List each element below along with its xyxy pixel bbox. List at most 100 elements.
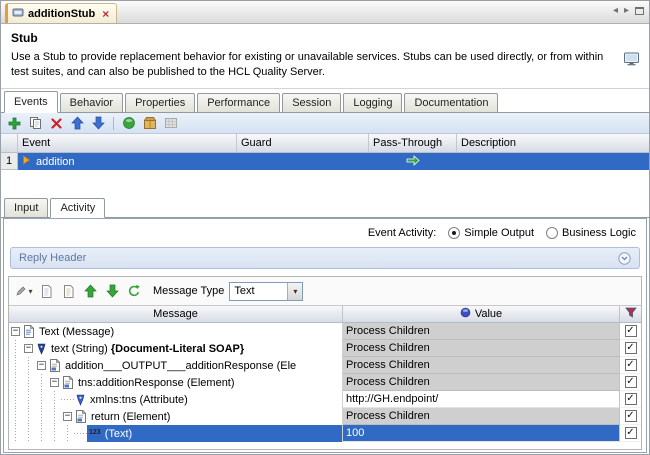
add-event-icon[interactable] <box>5 115 23 132</box>
collapse-node-button[interactable]: − <box>61 408 74 425</box>
tab-properties[interactable]: Properties <box>125 93 195 112</box>
move-down-icon[interactable] <box>89 115 107 132</box>
copy-icon[interactable] <box>26 115 44 132</box>
delete-event-icon[interactable] <box>47 115 65 132</box>
column-header-event[interactable]: Event <box>18 134 237 152</box>
maximize-editor-icon[interactable] <box>635 7 644 15</box>
node-label: return (Element) <box>91 411 170 423</box>
paste-message-icon[interactable] <box>59 283 77 300</box>
collapse-node-button[interactable]: − <box>9 323 22 340</box>
events-table-empty-area <box>1 170 649 196</box>
tree-row[interactable]: − return (Element) Process Children ✓ <box>9 408 641 425</box>
copy-message-icon[interactable] <box>37 283 55 300</box>
include-field-checkbox[interactable]: ✓ <box>625 376 637 388</box>
field-value-cell[interactable]: Process Children <box>343 357 620 374</box>
package-icon[interactable] <box>141 115 159 132</box>
message-cell: −addition___OUTPUT___additionResponse (E… <box>9 357 343 374</box>
message-cell: − return (Element) <box>9 408 343 425</box>
collapse-section-icon[interactable] <box>618 252 631 265</box>
tab-documentation[interactable]: Documentation <box>404 93 498 112</box>
tab-session[interactable]: Session <box>282 93 341 112</box>
tree-row[interactable]: −addition___OUTPUT___additionResponse (E… <box>9 357 641 374</box>
event-name: addition <box>36 156 75 168</box>
node-label: text (String) {Document-Literal SOAP} <box>51 343 244 355</box>
event-activity-row: Event Activity: Simple OutputBusiness Lo… <box>4 222 646 244</box>
tree-row[interactable]: 123(Text)100 ✓ <box>9 425 641 442</box>
reply-header-title: Reply Header <box>19 252 86 264</box>
tree-row[interactable]: −Text (Message)Process Children✓ <box>9 323 641 340</box>
field-value-cell[interactable]: http://GH.endpoint/ <box>343 391 620 408</box>
close-tab-icon[interactable]: × <box>102 8 109 20</box>
row-number: 1 <box>1 153 18 170</box>
event-row-addition[interactable]: 1 addition <box>1 153 649 170</box>
edit-dropdown-icon[interactable]: ▾ <box>15 283 33 300</box>
event-name-cell[interactable]: addition <box>18 153 237 170</box>
include-field-checkbox[interactable]: ✓ <box>625 427 637 439</box>
tree-connector <box>61 391 74 408</box>
activity-panel: Event Activity: Simple OutputBusiness Lo… <box>3 218 647 453</box>
column-header-filter[interactable] <box>620 306 641 322</box>
events-table: Event Guard Pass-Through Description 1 a… <box>1 134 649 196</box>
include-field-checkbox[interactable]: ✓ <box>625 410 637 422</box>
stub-editor-window: additionStub × ◂ ▸ Stub Use a Stub to pr… <box>0 0 650 455</box>
checkbox-cell: ✓ <box>620 374 641 391</box>
tree-connector <box>74 425 87 442</box>
move-down-green-icon[interactable] <box>103 283 121 300</box>
tree-row[interactable]: − text (String) {Document-Literal SOAP} Pr… <box>9 340 641 357</box>
field-value-cell[interactable]: Process Children <box>343 408 620 425</box>
editor-tab-bar: additionStub × ◂ ▸ <box>1 1 649 24</box>
radio-business-logic[interactable]: Business Logic <box>546 227 636 239</box>
tab-logging[interactable]: Logging <box>343 93 402 112</box>
include-field-checkbox[interactable]: ✓ <box>625 393 637 405</box>
pass-through-cell[interactable] <box>369 153 457 170</box>
validate-icon[interactable] <box>120 115 138 132</box>
tree-indent-guide <box>48 391 61 408</box>
tree-row[interactable]: xmlns:tns (Attribute)http://GH.endpoint/… <box>9 391 641 408</box>
message-tree-header: Message Value <box>9 306 641 323</box>
tree-indent-guide <box>9 357 22 374</box>
refresh-icon[interactable] <box>125 283 143 300</box>
element-node-icon <box>49 359 61 372</box>
message-type-select[interactable]: Text ▾ <box>229 282 303 301</box>
field-value-cell[interactable]: 100 <box>343 425 620 442</box>
message-toolbar: ▾ Message Type Text ▾ <box>9 277 641 306</box>
nav-forward-icon[interactable]: ▸ <box>624 6 629 16</box>
message-cell: 123(Text) <box>9 425 343 442</box>
tree-row[interactable]: − tns:additionResponse (Element) Process C… <box>9 374 641 391</box>
stub-icon <box>12 7 24 21</box>
field-value-cell[interactable]: Process Children <box>343 340 620 357</box>
grid-disabled-icon <box>162 115 180 132</box>
field-value-cell[interactable]: Process Children <box>343 374 620 391</box>
node-label: tns:additionResponse (Element) <box>78 377 235 389</box>
column-header-guard[interactable]: Guard <box>237 134 369 152</box>
stub-header: Stub Use a Stub to provide replacement b… <box>1 24 649 89</box>
tab-activity[interactable]: Activity <box>50 198 105 218</box>
reply-header-bar[interactable]: Reply Header <box>10 247 640 269</box>
include-field-checkbox[interactable]: ✓ <box>625 325 637 337</box>
tab-events[interactable]: Events <box>4 91 58 113</box>
field-value-cell[interactable]: Process Children <box>343 323 620 340</box>
column-header-pass-through[interactable]: Pass-Through <box>369 134 457 152</box>
column-header-message[interactable]: Message <box>9 306 343 322</box>
collapse-node-button[interactable]: − <box>22 340 35 357</box>
column-header-description[interactable]: Description <box>457 134 649 152</box>
move-up-green-icon[interactable] <box>81 283 99 300</box>
editor-tab-additionstub[interactable]: additionStub × <box>5 3 117 23</box>
guard-cell[interactable] <box>237 153 369 170</box>
collapse-node-button[interactable]: − <box>48 374 61 391</box>
tab-behavior[interactable]: Behavior <box>60 93 123 112</box>
tree-indent-guide <box>9 374 22 391</box>
tab-input[interactable]: Input <box>4 198 48 217</box>
collapse-node-button[interactable]: − <box>35 357 48 374</box>
tab-performance[interactable]: Performance <box>197 93 280 112</box>
move-up-icon[interactable] <box>68 115 86 132</box>
include-field-checkbox[interactable]: ✓ <box>625 359 637 371</box>
include-field-checkbox[interactable]: ✓ <box>625 342 637 354</box>
description-cell[interactable] <box>457 153 649 170</box>
tree-indent-guide <box>48 408 61 425</box>
radio-simple-output[interactable]: Simple Output <box>448 227 534 239</box>
column-header-value[interactable]: Value <box>343 306 620 322</box>
stub-description: Use a Stub to provide replacement behavi… <box>11 50 619 79</box>
nav-back-icon[interactable]: ◂ <box>613 6 618 16</box>
message-type-value: Text <box>230 283 287 300</box>
